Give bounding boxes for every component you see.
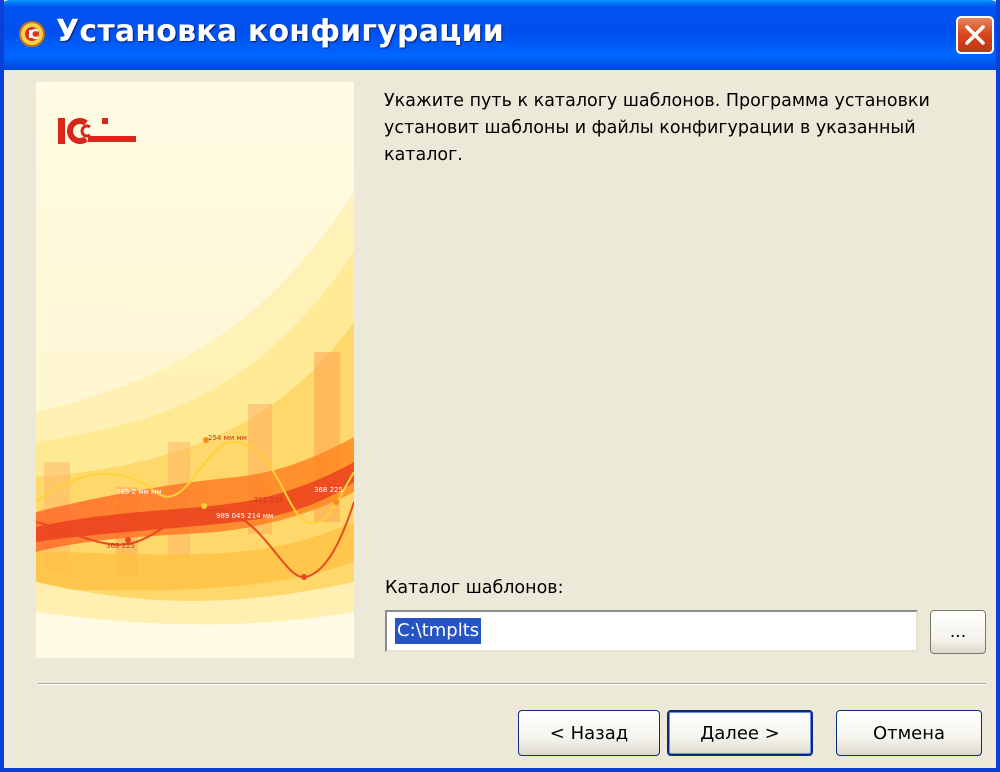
banner-chart-label: 065 2 мм мм (116, 488, 162, 496)
cancel-button[interactable]: Отмена (836, 710, 982, 756)
banner-chart-label: 989 045 214 мм (216, 512, 273, 520)
banner-chart-label: 211 532 (254, 496, 283, 504)
side-banner-image: 254 мм мм 065 2 мм мм 989 045 214 мм 211… (36, 82, 354, 658)
back-button[interactable]: < Назад (518, 710, 660, 756)
close-button[interactable] (956, 16, 994, 54)
installer-window: Установка конфигурации 254 мм мм 065 2 м… (0, 0, 1000, 772)
window-title: Установка конфигурации (56, 14, 505, 49)
separator-line (38, 683, 986, 685)
template-folder-label: Каталог шаблонов: (385, 578, 564, 598)
title-bar[interactable]: Установка конфигурации (4, 0, 996, 70)
1c-app-icon (18, 20, 46, 48)
template-folder-value: C:\tmplts (395, 618, 482, 644)
template-folder-input[interactable]: C:\tmplts (385, 610, 918, 652)
banner-chart-label: 254 мм мм (208, 434, 247, 442)
banner-chart-label: 368 225 (106, 542, 135, 550)
description-text: Укажите путь к каталогу шаблонов. Програ… (384, 91, 930, 165)
banner-chart-label: 368 225 (314, 486, 343, 494)
next-button[interactable]: Далее > (667, 710, 813, 756)
close-icon (965, 25, 985, 45)
browse-button[interactable]: ... (930, 610, 986, 654)
